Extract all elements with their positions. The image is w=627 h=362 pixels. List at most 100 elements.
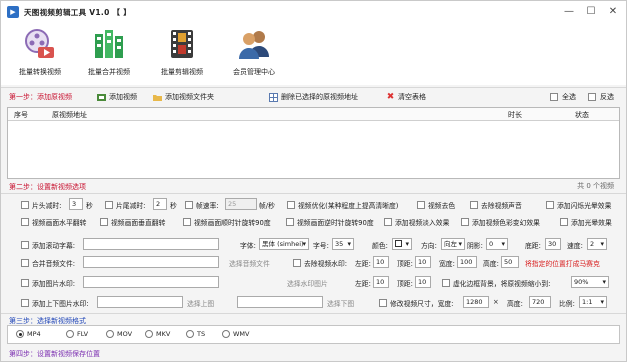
checkbox[interactable]: [588, 93, 596, 101]
image-watermark-option[interactable]: 添加图片水印:: [21, 278, 75, 288]
color-select[interactable]: [392, 238, 412, 250]
format-mov-radio[interactable]: MOV: [106, 330, 132, 338]
shadow-select[interactable]: 0: [486, 238, 508, 250]
glow-option[interactable]: 添加光晕效果: [560, 217, 612, 227]
remove-audio-option[interactable]: 去除视频声音: [470, 200, 522, 210]
scale-select[interactable]: 90%: [571, 276, 609, 288]
pick-watermark-button[interactable]: 选择水印图片: [287, 278, 328, 288]
format-mkv-radio[interactable]: MKV: [145, 330, 170, 338]
checkbox[interactable]: [21, 201, 29, 209]
checkbox[interactable]: [21, 218, 29, 226]
top-image-input[interactable]: [97, 296, 183, 308]
checkbox[interactable]: [379, 299, 387, 307]
speed-select[interactable]: 2: [587, 238, 607, 250]
minimize-button[interactable]: —: [558, 1, 580, 23]
checkbox[interactable]: [21, 241, 29, 249]
resize-width-input[interactable]: 1280: [463, 296, 489, 308]
cut-tail-option[interactable]: 片尾减时:: [105, 200, 145, 210]
checkbox[interactable]: [21, 299, 29, 307]
member-center-button[interactable]: 会员管理中心: [219, 27, 289, 77]
ratio-select[interactable]: 1:1: [579, 296, 607, 308]
radio[interactable]: [145, 330, 153, 338]
watermark-path-input[interactable]: [83, 276, 219, 288]
bgm-option[interactable]: 合并音频文件:: [21, 258, 75, 268]
checkbox[interactable]: [461, 218, 469, 226]
cut-head-input[interactable]: 3: [69, 198, 83, 210]
optimize-option[interactable]: 视频优化(某种程度上提高清晰度): [287, 200, 398, 210]
fps-input[interactable]: 25: [225, 198, 257, 210]
radio[interactable]: [186, 330, 194, 338]
invert-selection-checkbox[interactable]: 反选: [588, 92, 614, 102]
clear-table-button[interactable]: ✖ 清空表格: [386, 92, 426, 102]
cut-head-option[interactable]: 片头减时:: [21, 200, 61, 210]
subtitle-input[interactable]: [83, 238, 219, 250]
bgm-path-input[interactable]: [83, 256, 219, 268]
pick-top-image-button[interactable]: 选择上图: [187, 298, 214, 308]
blur-border-option[interactable]: 虚化边框背景，将原视频缩小到:: [442, 278, 550, 288]
vflip-option[interactable]: 视频画面垂直翻转: [100, 217, 165, 227]
color-change-option[interactable]: 添加视频色彩变幻效果: [461, 217, 540, 227]
checkbox[interactable]: [287, 201, 295, 209]
rotate-ccw-option[interactable]: 视频画面逆时针旋转90度: [286, 217, 374, 227]
checkbox[interactable]: [560, 218, 568, 226]
decolor-option[interactable]: 视频去色: [417, 200, 455, 210]
fps-option[interactable]: 帧速率:: [185, 200, 219, 210]
img-left-input[interactable]: 10: [373, 276, 389, 288]
batch-edit-button[interactable]: 批量剪辑视频: [147, 27, 217, 77]
close-button[interactable]: ✕: [602, 1, 624, 23]
height-label: 高度:: [483, 260, 499, 268]
direction-select[interactable]: 向左: [441, 238, 465, 250]
remove-watermark-option[interactable]: 去除视频水印:: [293, 258, 347, 268]
top-bottom-watermark-option[interactable]: 添加上下图片水印:: [21, 298, 89, 308]
wm-left-input[interactable]: 10: [373, 256, 389, 268]
wm-top-input[interactable]: 10: [415, 256, 431, 268]
format-flv-radio[interactable]: FLV: [66, 330, 88, 338]
add-folder-button[interactable]: 添加视频文件夹: [153, 92, 214, 102]
checkbox[interactable]: [185, 201, 193, 209]
flash-option[interactable]: 添加闪烁光晕效果: [546, 200, 611, 210]
radio[interactable]: [16, 330, 24, 338]
wm-width-input[interactable]: 100: [457, 256, 477, 268]
select-all-checkbox[interactable]: 全选: [550, 92, 576, 102]
resize-option[interactable]: 修改视频尺寸，宽度:: [379, 298, 453, 308]
checkbox[interactable]: [183, 218, 191, 226]
batch-merge-button[interactable]: 批量合并视频: [74, 27, 144, 77]
delete-selected-button[interactable]: 删除已选择的原视频地址: [269, 92, 358, 102]
checkbox[interactable]: [442, 279, 450, 287]
size-select[interactable]: 35: [332, 238, 354, 250]
checkbox[interactable]: [105, 201, 113, 209]
batch-convert-button[interactable]: 批量转换视频: [5, 27, 75, 77]
format-ts-radio[interactable]: TS: [186, 330, 205, 338]
bottom-input[interactable]: 30: [545, 238, 561, 250]
checkbox[interactable]: [286, 218, 294, 226]
checkbox[interactable]: [384, 218, 392, 226]
add-video-button[interactable]: 添加视频: [97, 92, 137, 102]
cut-tail-input[interactable]: 2: [153, 198, 167, 210]
checkbox[interactable]: [21, 259, 29, 267]
checkbox[interactable]: [21, 279, 29, 287]
rotate-cw-option[interactable]: 视频画面顺时针旋转90度: [183, 217, 271, 227]
checkbox[interactable]: [293, 259, 301, 267]
format-mp4-radio[interactable]: MP4: [16, 330, 41, 338]
fade-in-option[interactable]: 添加视频淡入效果: [384, 217, 449, 227]
checkbox[interactable]: [470, 201, 478, 209]
font-select[interactable]: 黑体 (simhei): [259, 238, 309, 250]
bottom-image-input[interactable]: [237, 296, 323, 308]
checkbox[interactable]: [546, 201, 554, 209]
pick-bottom-image-button[interactable]: 选择下图: [327, 298, 354, 308]
format-wmv-radio[interactable]: WMV: [222, 330, 249, 338]
hflip-option[interactable]: 视频画面水平翻转: [21, 217, 86, 227]
radio[interactable]: [106, 330, 114, 338]
radio[interactable]: [222, 330, 230, 338]
checkbox[interactable]: [550, 93, 558, 101]
img-top-input[interactable]: 10: [415, 276, 431, 288]
checkbox[interactable]: [417, 201, 425, 209]
checkbox[interactable]: [100, 218, 108, 226]
subtitle-option[interactable]: 添加滚动字幕:: [21, 240, 75, 250]
pick-audio-button[interactable]: 选择音频文件: [229, 258, 270, 268]
wm-height-input[interactable]: 50: [501, 256, 519, 268]
video-table[interactable]: 序号 原视频地址 时长 状态: [7, 107, 620, 179]
maximize-button[interactable]: ☐: [580, 1, 602, 23]
resize-height-input[interactable]: 720: [529, 296, 551, 308]
radio[interactable]: [66, 330, 74, 338]
